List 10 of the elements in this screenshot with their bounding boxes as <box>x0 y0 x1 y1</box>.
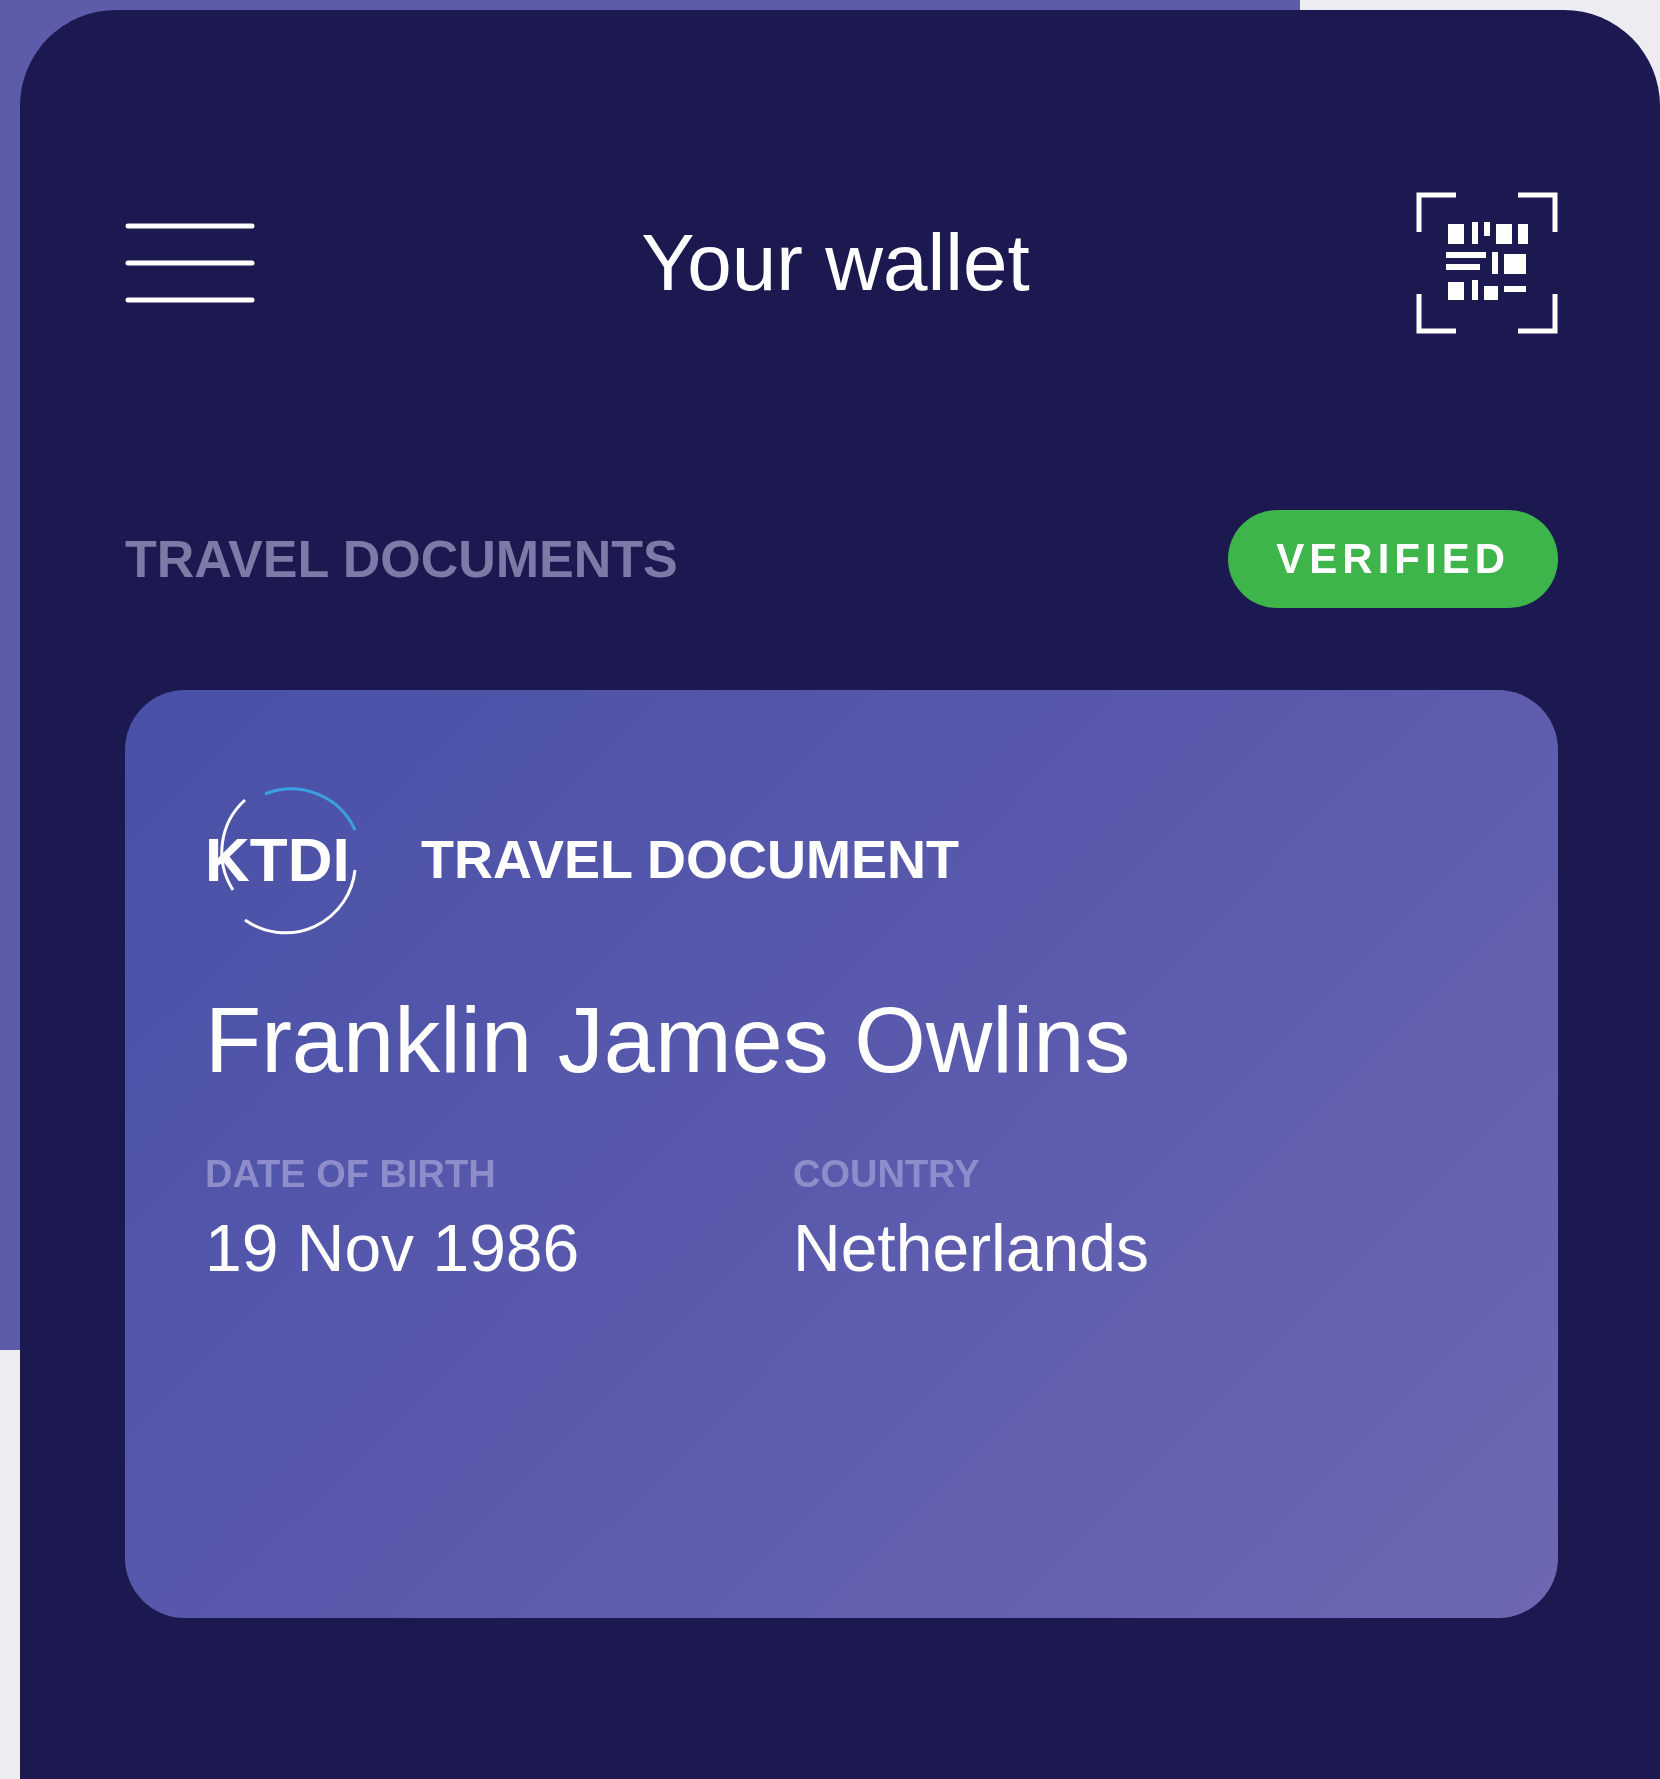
status-badge: VERIFIED <box>1228 510 1558 608</box>
document-type: TRAVEL DOCUMENT <box>421 828 959 890</box>
screen-title: Your wallet <box>641 217 1030 309</box>
field-label: DATE OF BIRTH <box>205 1153 497 1196</box>
holder-name: Franklin James Owlins <box>205 988 1132 1093</box>
field-value: 19 Nov 1986 <box>205 1210 581 1286</box>
menu-icon[interactable] <box>125 223 255 303</box>
section-title: TRAVEL DOCUMENTS <box>125 529 678 589</box>
qr-scan-icon[interactable] <box>1416 192 1558 334</box>
field-value: Netherlands <box>793 1210 1150 1286</box>
